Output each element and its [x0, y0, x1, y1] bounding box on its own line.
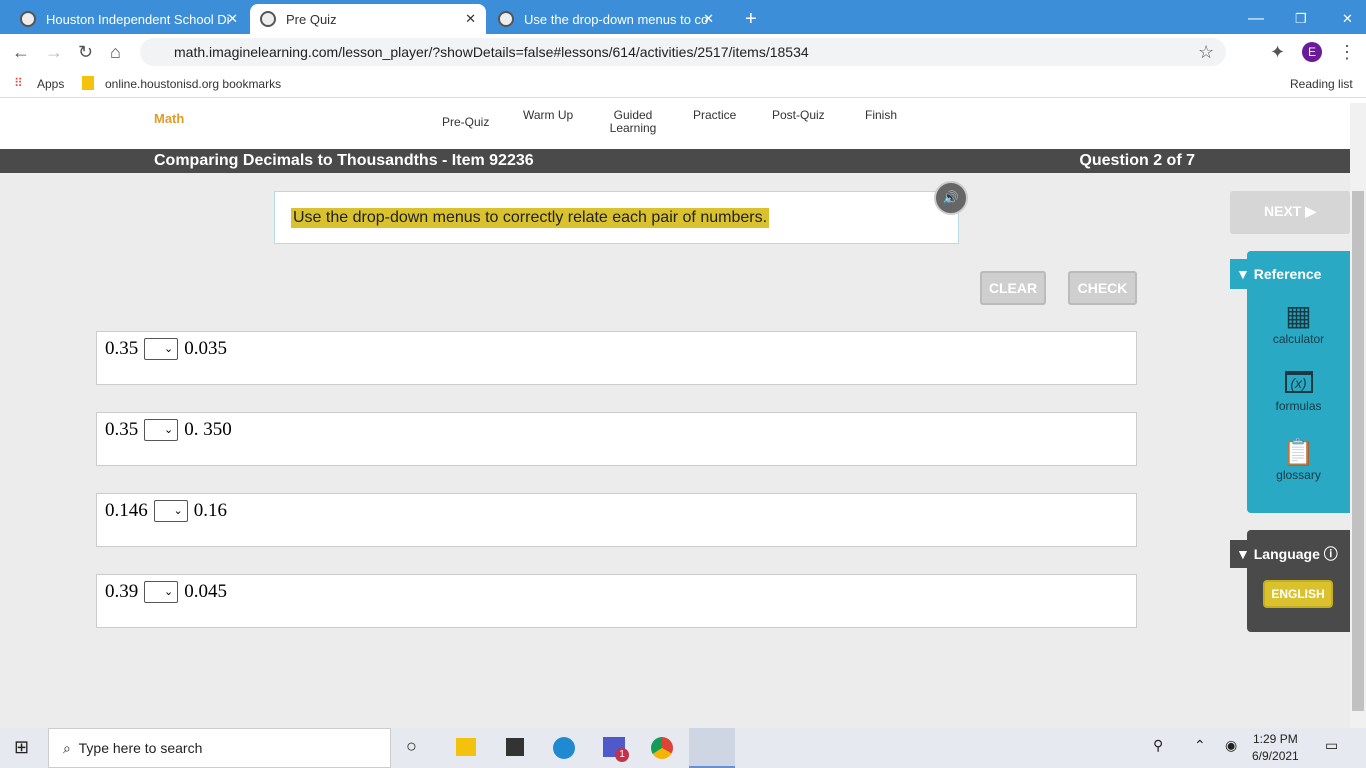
nav-post-quiz[interactable]: Post-Quiz — [772, 109, 825, 122]
close-icon[interactable]: ✕ — [703, 11, 714, 27]
lesson-page: Math Pre-Quiz Warm Up Guided Learning Pr… — [0, 103, 1350, 728]
new-tab-button[interactable]: + — [735, 4, 767, 34]
left-number: 0.35 — [105, 338, 139, 359]
logo: Math — [154, 111, 185, 126]
reference-toggle[interactable]: ▼ Reference — [1230, 259, 1350, 289]
formulas-tool[interactable]: (x) formulas — [1247, 371, 1350, 413]
notification-badge: 1 — [615, 748, 629, 762]
calculator-tool[interactable]: ▦ calculator — [1247, 299, 1350, 346]
prompt-box: Use the drop-down menus to correctly rel… — [274, 191, 959, 244]
chevron-up-icon[interactable]: ⌃ — [1194, 737, 1206, 754]
formulas-icon: (x) — [1284, 371, 1313, 393]
calculator-icon: ▦ — [1285, 300, 1312, 331]
star-icon[interactable]: ☆ — [1198, 42, 1214, 63]
search-icon: ⌕ — [63, 740, 71, 756]
relation-dropdown[interactable]: ⌄ — [144, 338, 179, 360]
english-button[interactable]: ENGLISH — [1263, 580, 1333, 608]
tab-google[interactable]: Use the drop-down menus to co ✕ — [488, 4, 724, 34]
bookmark-apps[interactable]: Apps — [37, 77, 64, 91]
address-bar: ← → ↻ ⌂ math.imaginelearning.com/lesson_… — [0, 34, 1366, 70]
edge-icon[interactable] — [553, 737, 575, 759]
windows-start-icon[interactable]: ⊞ — [14, 737, 29, 758]
apps-icon: ⠿ — [14, 76, 23, 90]
clock[interactable]: 1:29 PM 6/9/2021 — [1252, 731, 1299, 765]
info-icon[interactable]: ⓘ — [1324, 546, 1338, 562]
url-input[interactable]: math.imaginelearning.com/lesson_player/?… — [140, 38, 1226, 66]
tab-pre-quiz[interactable]: Pre Quiz ✕ — [250, 4, 486, 34]
globe-icon — [260, 11, 276, 27]
close-icon[interactable]: ✕ — [227, 11, 238, 27]
minimize-button[interactable]: — — [1238, 4, 1274, 34]
language-toggle[interactable]: ▼ Language ⓘ — [1230, 540, 1350, 568]
search-input[interactable]: ⌕ Type here to search — [48, 728, 391, 768]
title-bar: Comparing Decimals to Thousandths - Item… — [0, 149, 1350, 173]
close-window-button[interactable]: ✕ — [1332, 4, 1363, 34]
comparison-row: 0.35 ⌄ 0. 350 — [96, 412, 1137, 466]
speaker-icon[interactable]: 🔊 — [934, 181, 968, 215]
site-icon — [20, 11, 36, 27]
reading-list[interactable]: Reading list — [1290, 77, 1353, 91]
back-icon[interactable]: ← — [12, 42, 30, 63]
comparison-row: 0.146 ⌄ 0.16 — [96, 493, 1137, 547]
menu-icon[interactable]: ⋮ — [1338, 42, 1356, 63]
comparison-row: 0.35 ⌄ 0.035 — [96, 331, 1137, 385]
relation-dropdown[interactable]: ⌄ — [144, 419, 179, 441]
active-app-icon[interactable] — [689, 728, 735, 768]
reference-panel: ▦ calculator (x) formulas 📋 glossary — [1247, 251, 1350, 513]
folder-icon — [82, 76, 94, 90]
check-button[interactable]: CHECK — [1068, 271, 1137, 305]
home-icon[interactable]: ⌂ — [110, 42, 121, 63]
notifications-icon[interactable]: ▭ — [1325, 737, 1338, 754]
lesson-header: Math Pre-Quiz Warm Up Guided Learning Pr… — [0, 103, 1350, 149]
nav-finish[interactable]: Finish — [865, 109, 897, 122]
scrollbar[interactable] — [1350, 103, 1366, 728]
right-number: 0.045 — [184, 581, 227, 602]
nav-practice[interactable]: Practice — [693, 109, 736, 122]
close-icon[interactable]: ✕ — [465, 11, 476, 27]
google-icon — [498, 11, 514, 27]
prompt-text: Use the drop-down menus to correctly rel… — [291, 208, 770, 228]
store-icon[interactable] — [506, 738, 524, 756]
relation-dropdown[interactable]: ⌄ — [153, 500, 188, 522]
bookmark-houstonisd[interactable]: online.houstonisd.org bookmarks — [105, 77, 281, 91]
nav-warm-up[interactable]: Warm Up — [523, 109, 573, 122]
network-icon[interactable]: ◉ — [1225, 737, 1237, 754]
left-number: 0.35 — [105, 419, 139, 440]
nav-pre-quiz[interactable]: Pre-Quiz — [442, 116, 489, 129]
tab-houston[interactable]: Houston Independent School Di ✕ — [10, 4, 248, 34]
reload-icon[interactable]: ↻ — [78, 42, 93, 63]
clear-button[interactable]: CLEAR — [980, 271, 1046, 305]
forward-icon[interactable]: → — [45, 42, 63, 63]
nav-guided-learning[interactable]: Guided Learning — [606, 109, 660, 135]
right-number: 0.035 — [184, 338, 227, 359]
scrollbar-thumb[interactable] — [1352, 191, 1364, 711]
cortana-icon[interactable]: ○ — [406, 736, 417, 757]
file-explorer-icon[interactable] — [456, 738, 476, 756]
bookmarks-bar: ⠿ Apps online.houstonisd.org bookmarks R… — [0, 70, 1366, 98]
relation-dropdown[interactable]: ⌄ — [144, 581, 179, 603]
avatar[interactable]: E — [1302, 42, 1322, 62]
chrome-icon[interactable] — [651, 737, 673, 759]
restore-button[interactable]: ❐ — [1285, 4, 1317, 34]
right-number: 0.16 — [193, 500, 227, 521]
clipboard-icon: 📋 — [1282, 437, 1315, 467]
taskbar: ⊞ ⌕ Type here to search ○ 1 ⚲ ⌃ ◉ 1:29 P… — [0, 728, 1366, 768]
page-title: Comparing Decimals to Thousandths - Item… — [154, 152, 534, 169]
right-number: 0. 350 — [184, 419, 232, 440]
people-icon[interactable]: ⚲ — [1153, 737, 1163, 754]
next-button[interactable]: NEXT ▶ — [1230, 191, 1350, 234]
extensions-icon[interactable]: ✦ — [1270, 42, 1285, 63]
question-counter: Question 2 of 7 — [1079, 152, 1195, 169]
glossary-tool[interactable]: 📋 glossary — [1247, 437, 1350, 482]
tab-bar: Houston Independent School Di ✕ Pre Quiz ✕… — [0, 0, 1366, 34]
left-number: 0.39 — [105, 581, 139, 602]
comparison-row: 0.39 ⌄ 0.045 — [96, 574, 1137, 628]
left-number: 0.146 — [105, 500, 148, 521]
